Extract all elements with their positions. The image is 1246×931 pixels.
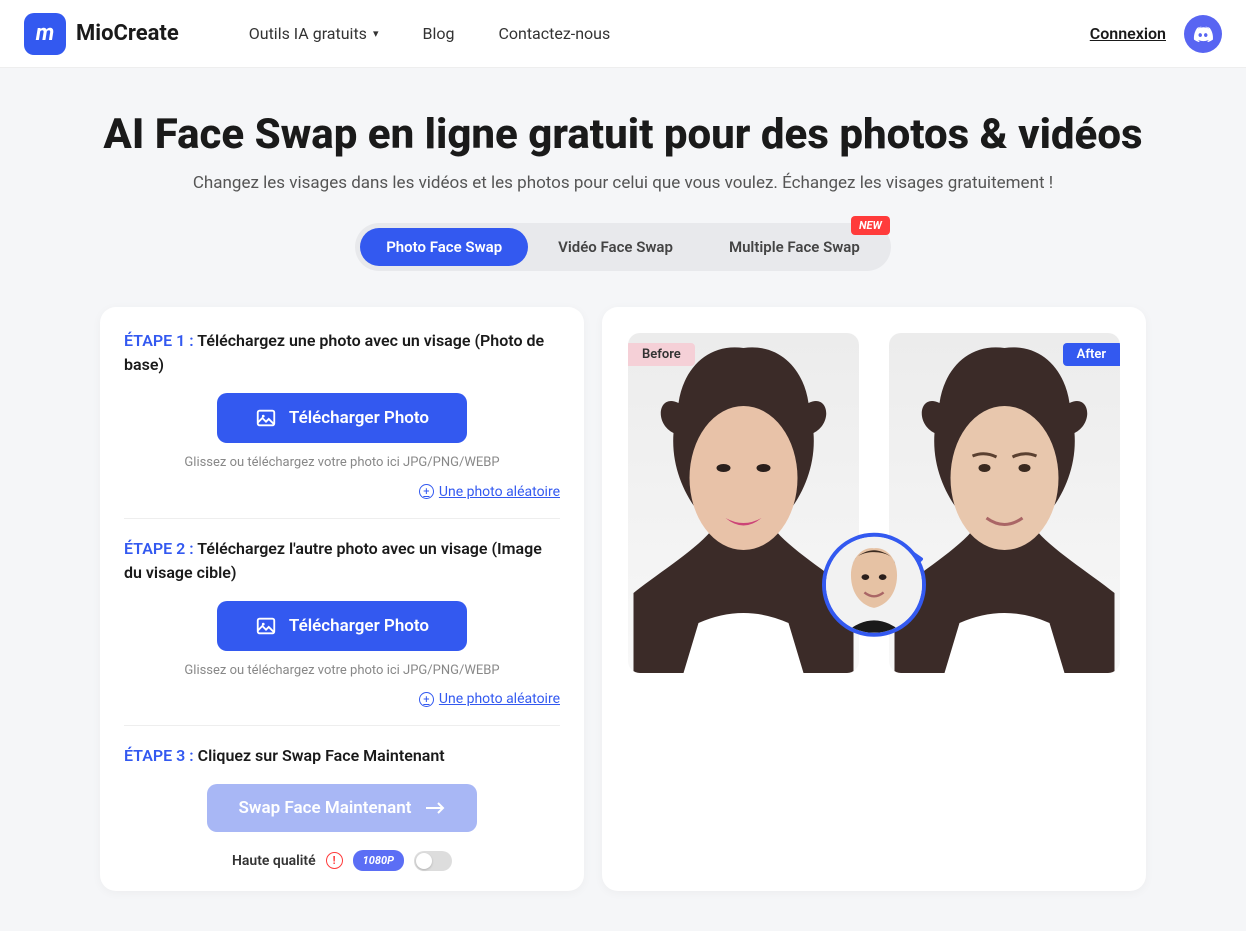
swap-label: Swap Face Maintenant	[239, 798, 412, 818]
step-1-title: ÉTAPE 1 : Téléchargez une photo avec un …	[124, 329, 560, 377]
before-tag: Before	[628, 343, 695, 366]
random-label: Une photo aléatoire	[439, 484, 560, 500]
after-image: After	[889, 333, 1120, 673]
nav-label: Outils IA gratuits	[249, 24, 367, 43]
tab-video-face-swap[interactable]: Vidéo Face Swap	[532, 228, 699, 266]
image-icon	[255, 407, 277, 429]
toggle-knob	[416, 853, 432, 869]
step-2: ÉTAPE 2 : Téléchargez l'autre photo avec…	[124, 518, 560, 726]
info-icon[interactable]: !	[326, 852, 343, 869]
arrow-right-icon	[425, 801, 445, 815]
step-2-label: ÉTAPE 2 :	[124, 539, 194, 558]
main: ÉTAPE 1 : Téléchargez une photo avec un …	[0, 307, 1246, 931]
random-photo-link-2[interactable]: + Une photo aléatoire	[419, 691, 560, 707]
person-silhouette-icon	[628, 333, 859, 673]
mode-tabs: Photo Face Swap Vidéo Face Swap Multiple…	[0, 223, 1246, 271]
logo[interactable]: m MioCreate	[24, 13, 179, 55]
hero: AI Face Swap en ligne gratuit pour des p…	[0, 68, 1246, 223]
step-1: ÉTAPE 1 : Téléchargez une photo avec un …	[124, 329, 560, 518]
before-image: Before	[628, 333, 859, 673]
person-silhouette-icon	[889, 333, 1120, 673]
target-face-thumbnail	[822, 533, 926, 637]
face-thumbnail-icon	[826, 537, 922, 633]
upload-hint-1: Glissez ou téléchargez votre photo ici J…	[124, 455, 560, 470]
discord-button[interactable]	[1184, 15, 1222, 53]
quality-label: Haute qualité	[232, 853, 316, 869]
nav: Outils IA gratuits ▾ Blog Contactez-nous	[249, 24, 611, 43]
step-3-title: ÉTAPE 3 : Cliquez sur Swap Face Maintena…	[124, 744, 560, 768]
nav-item-tools[interactable]: Outils IA gratuits ▾	[249, 24, 379, 43]
page-subtitle: Changez les visages dans les vidéos et l…	[20, 173, 1226, 193]
header-right: Connexion	[1090, 15, 1222, 53]
random-photo-link-1[interactable]: + Une photo aléatoire	[419, 484, 560, 500]
logo-text: MioCreate	[76, 21, 179, 46]
step-1-label: ÉTAPE 1 :	[124, 331, 194, 350]
step-3-desc: Cliquez sur Swap Face Maintenant	[194, 746, 445, 765]
logo-icon: m	[24, 13, 66, 55]
resolution-badge: 1080P	[353, 850, 404, 871]
tab-photo-face-swap[interactable]: Photo Face Swap	[360, 228, 528, 266]
preview-panel: Before After	[602, 307, 1146, 891]
step-2-title: ÉTAPE 2 : Téléchargez l'autre photo avec…	[124, 537, 560, 585]
upload-target-photo-button[interactable]: Télécharger Photo	[217, 601, 467, 651]
random-label: Une photo aléatoire	[439, 691, 560, 707]
upload-hint-2: Glissez ou téléchargez votre photo ici J…	[124, 663, 560, 678]
upload-label: Télécharger Photo	[289, 408, 429, 428]
mode-tabs-inner: Photo Face Swap Vidéo Face Swap Multiple…	[355, 223, 891, 271]
page-title: AI Face Swap en ligne gratuit pour des p…	[20, 110, 1226, 159]
step-3: ÉTAPE 3 : Cliquez sur Swap Face Maintena…	[124, 725, 560, 871]
image-icon	[255, 615, 277, 637]
after-tag: After	[1063, 343, 1120, 366]
upload-label: Télécharger Photo	[289, 616, 429, 636]
nav-item-contact[interactable]: Contactez-nous	[498, 24, 610, 43]
login-link[interactable]: Connexion	[1090, 24, 1166, 43]
tab-multiple-face-swap[interactable]: Multiple Face Swap NEW	[703, 228, 886, 266]
plus-circle-icon: +	[419, 484, 434, 499]
new-badge: NEW	[851, 216, 890, 235]
step-3-label: ÉTAPE 3 :	[124, 746, 194, 765]
chevron-down-icon: ▾	[373, 27, 379, 40]
steps-panel: ÉTAPE 1 : Téléchargez une photo avec un …	[100, 307, 584, 891]
header: m MioCreate Outils IA gratuits ▾ Blog Co…	[0, 0, 1246, 68]
swap-face-button[interactable]: Swap Face Maintenant	[207, 784, 478, 832]
quality-toggle[interactable]	[414, 851, 452, 871]
quality-row: Haute qualité ! 1080P	[124, 850, 560, 871]
random-photo-row-1: + Une photo aléatoire	[124, 480, 560, 500]
upload-base-photo-button[interactable]: Télécharger Photo	[217, 393, 467, 443]
discord-icon	[1192, 23, 1214, 45]
random-photo-row-2: + Une photo aléatoire	[124, 688, 560, 708]
nav-item-blog[interactable]: Blog	[422, 24, 454, 43]
preview-grid: Before After	[628, 333, 1120, 673]
plus-circle-icon: +	[419, 692, 434, 707]
